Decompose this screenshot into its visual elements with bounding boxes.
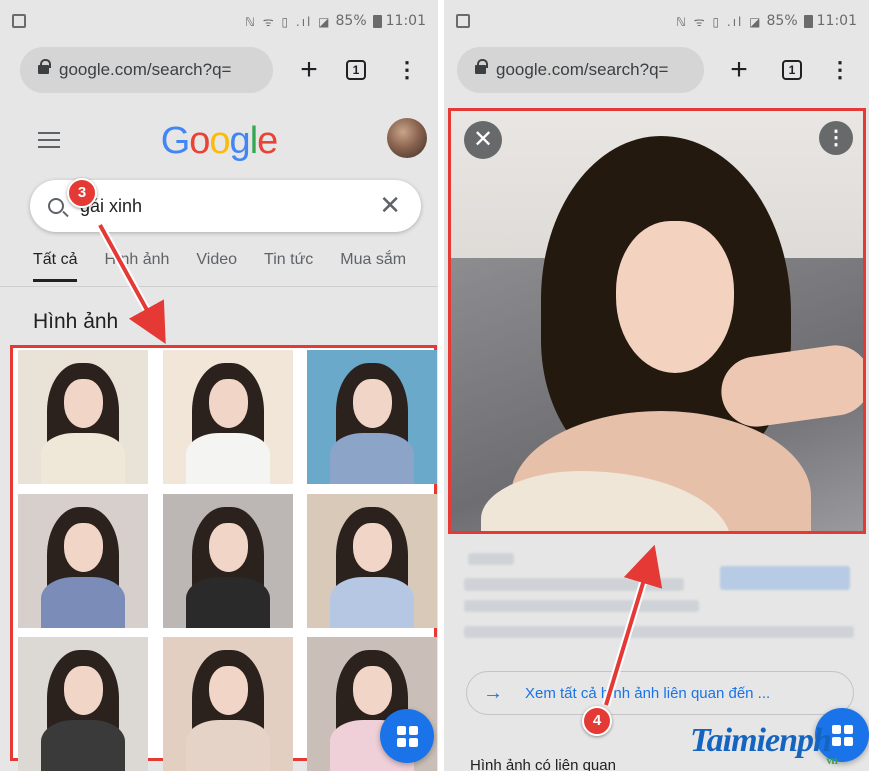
related-images-heading: Hình ảnh có liên quan [470, 757, 616, 771]
blurred-caption [464, 626, 854, 638]
google-header: Google [0, 110, 438, 170]
image-results-grid [10, 345, 437, 771]
blurred-title [464, 578, 684, 591]
tab-images[interactable]: Hình ảnh [104, 251, 169, 282]
status-bar: ℕ ᯤ ▯ .ıl ◪ 85% 11:01 [444, 0, 869, 42]
image-thumbnail[interactable] [18, 494, 148, 628]
image-thumbnail[interactable] [307, 350, 437, 484]
search-filter-tabs: Tất cả Hình ảnh Video Tin tức Mua sắm [33, 251, 433, 282]
step-3-badge: 3 [67, 178, 97, 208]
browser-toolbar: google.com/search?q= + 1 ⋮ [0, 47, 438, 93]
image-thumbnail[interactable] [18, 350, 148, 484]
battery-percent: 85% [335, 13, 367, 29]
url-text: google.com/search?q= [496, 60, 669, 79]
tab-switcher-button[interactable]: 1 [782, 60, 802, 80]
arrow-right-icon: → [483, 681, 503, 704]
blurred-source [468, 553, 514, 565]
image-thumbnail[interactable] [163, 637, 293, 771]
browser-menu-button[interactable]: ⋮ [396, 55, 418, 85]
lock-icon [38, 59, 51, 76]
images-section-title: Hình ảnh [33, 310, 119, 333]
new-tab-button[interactable]: + [722, 51, 756, 89]
tab-all[interactable]: Tất cả [33, 251, 78, 282]
see-all-related-button[interactable]: → Xem tất cả hình ảnh liên quan đến ... [466, 671, 854, 715]
address-bar[interactable]: google.com/search?q= [20, 47, 273, 93]
image-thumbnail[interactable] [163, 494, 293, 628]
screenshot-icon [12, 14, 26, 28]
status-bar: ℕ ᯤ ▯ .ıl ◪ 85% 11:01 [0, 0, 438, 42]
signal-icons: ℕ ᯤ ▯ .ıl ◪ [676, 14, 763, 29]
google-logo[interactable]: Google [0, 120, 438, 163]
search-icon [48, 198, 64, 214]
tab-news[interactable]: Tin tức [264, 251, 313, 282]
apps-fab-button[interactable] [380, 709, 434, 763]
image-thumbnail[interactable] [163, 350, 293, 484]
preview-menu-button[interactable]: ⋮ [819, 121, 853, 155]
image-thumbnail[interactable] [307, 494, 437, 628]
battery-icon [372, 14, 382, 28]
lock-icon [475, 59, 488, 76]
step-4-badge: 4 [582, 706, 612, 736]
right-screen: ℕ ᯤ ▯ .ıl ◪ 85% 11:01 google.com/search?… [444, 0, 869, 771]
address-bar[interactable]: google.com/search?q= [457, 47, 704, 93]
url-text: google.com/search?q= [59, 60, 232, 79]
tab-shopping[interactable]: Mua sắm [340, 251, 406, 282]
clear-icon[interactable]: ✕ [379, 192, 401, 218]
battery-percent: 85% [766, 13, 798, 29]
signal-icons: ℕ ᯤ ▯ .ıl ◪ [245, 14, 332, 29]
close-preview-button[interactable]: ✕ [464, 121, 502, 159]
account-avatar[interactable] [387, 118, 427, 158]
battery-icon [803, 14, 813, 28]
blurred-visit-button [720, 566, 850, 590]
see-all-label: Xem tất cả hình ảnh liên quan đến ... [525, 684, 771, 702]
clock: 11:01 [816, 13, 857, 29]
taimienphi-watermark: Taimienph vn [690, 722, 838, 767]
browser-menu-button[interactable]: ⋮ [829, 55, 851, 85]
image-thumbnail[interactable] [18, 637, 148, 771]
left-screen: ℕ ᯤ ▯ .ıl ◪ 85% 11:01 google.com/search?… [0, 0, 438, 771]
tab-switcher-button[interactable]: 1 [346, 60, 366, 80]
browser-toolbar: google.com/search?q= + 1 ⋮ [444, 47, 869, 93]
clock: 11:01 [385, 13, 426, 29]
new-tab-button[interactable]: + [292, 51, 326, 89]
blurred-subtitle [464, 600, 699, 612]
tab-video[interactable]: Video [196, 251, 237, 282]
tabs-divider [0, 286, 438, 287]
screenshot-icon [456, 14, 470, 28]
image-preview[interactable]: ✕ ⋮ [448, 108, 866, 534]
